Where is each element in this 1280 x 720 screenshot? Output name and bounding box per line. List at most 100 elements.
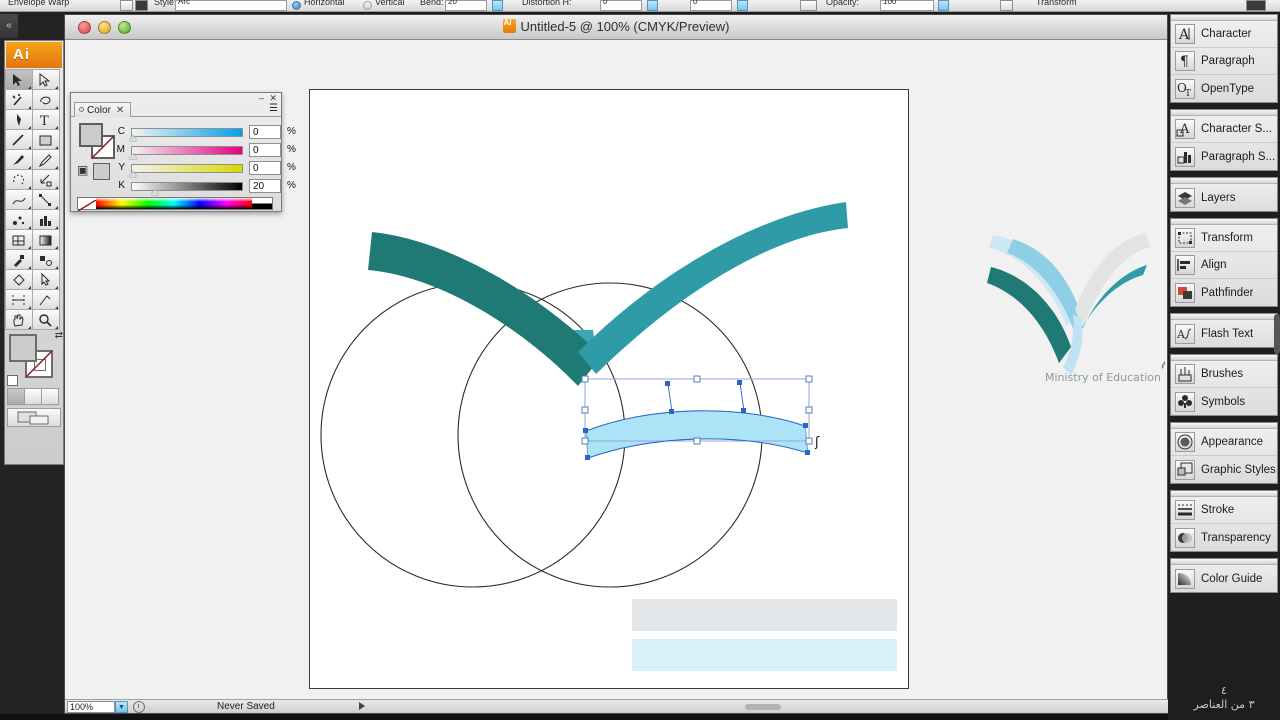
dock-group-transform[interactable]: Transform Align Pathfinder: [1170, 218, 1278, 307]
dock-group-stroke[interactable]: Stroke Transparency: [1170, 490, 1278, 552]
slice-tool[interactable]: [32, 289, 60, 310]
lasso-tool[interactable]: [32, 89, 60, 110]
dock-item-layers[interactable]: Layers: [1171, 184, 1277, 211]
magic-wand-tool[interactable]: [5, 89, 33, 110]
dock-group-layers[interactable]: Layers: [1170, 177, 1278, 212]
dock-scrollbar[interactable]: [1274, 314, 1280, 354]
spectrum-gradient[interactable]: [96, 198, 252, 209]
none-button[interactable]: [41, 388, 59, 405]
dock-item-graphic-styles[interactable]: Graphic Styles: [1171, 456, 1277, 483]
dock-item-flash-text[interactable]: A Flash Text: [1171, 320, 1277, 347]
channel-thumb-k[interactable]: [151, 189, 159, 195]
last-color-swatch[interactable]: [93, 163, 110, 180]
swap-fill-stroke-icon[interactable]: ⇄: [55, 330, 63, 341]
workspace-switcher-icon[interactable]: [1246, 0, 1266, 11]
distortion-v-slider-button[interactable]: [737, 0, 748, 11]
tools-grid[interactable]: T: [5, 69, 64, 330]
color-panel[interactable]: – ✕ Color ✕ ☰ ▣ C 0 % M 0 % Y 0 % K 20 %: [70, 92, 296, 212]
distortion-h-slider-button[interactable]: [647, 0, 658, 11]
zoom-dropdown-icon[interactable]: ▼: [115, 701, 128, 713]
dock-item-opentype[interactable]: OT OpenType: [1171, 75, 1277, 102]
spectrum-none-swatch[interactable]: [77, 198, 97, 212]
color-panel-tab-row[interactable]: Color ✕ ☰: [71, 102, 281, 117]
color-mode-buttons[interactable]: [7, 388, 65, 405]
ministry-of-education-logo[interactable]: وزارة التربية والتعليم Ministry of Educa…: [975, 215, 1167, 400]
panel-dock[interactable]: A Character ¶ Paragraph OT OpenType A Ch…: [1168, 14, 1280, 720]
color-spectrum-bar[interactable]: [77, 197, 273, 212]
warp-tool[interactable]: [5, 189, 33, 210]
tab-close-icon[interactable]: ✕: [116, 105, 124, 116]
channel-thumb-y[interactable]: [129, 171, 137, 177]
dock-group-styles[interactable]: A Character S... Paragraph S...: [1170, 109, 1278, 171]
blend-tool[interactable]: [32, 249, 60, 270]
dock-item-character[interactable]: A Character: [1171, 21, 1277, 48]
channel-input-m[interactable]: 0: [249, 143, 281, 157]
channel-thumb-c[interactable]: [129, 135, 137, 141]
dock-item-transparency[interactable]: Transparency: [1171, 524, 1277, 551]
column-graph-tool[interactable]: [32, 209, 60, 230]
horizontal-scrollbar[interactable]: [745, 704, 781, 710]
channel-input-k[interactable]: 20: [249, 179, 281, 193]
live-paint-bucket-tool[interactable]: [5, 269, 33, 290]
channel-ramp-c[interactable]: [131, 128, 243, 137]
minimize-icon[interactable]: –: [259, 94, 264, 103]
dock-item-appearance[interactable]: Appearance: [1171, 429, 1277, 456]
pen-tool[interactable]: [5, 109, 33, 130]
color-button[interactable]: [7, 388, 25, 405]
dock-item-paragraph-styles[interactable]: Paragraph S...: [1171, 143, 1277, 170]
envelope-warp-control-bar[interactable]: Envelope Warp Style: Arc Horizontal Vert…: [0, 0, 1280, 12]
gradient-tool[interactable]: [32, 229, 60, 250]
artboard[interactable]: ʃ: [309, 89, 909, 689]
channel-ramp-y[interactable]: [131, 164, 243, 173]
gradient-button[interactable]: [24, 388, 42, 405]
pencil-tool[interactable]: [32, 149, 60, 170]
envelope-warp-icon[interactable]: [135, 0, 148, 11]
vertical-radio[interactable]: [363, 1, 372, 10]
scale-tool[interactable]: [32, 169, 60, 190]
status-expand-icon[interactable]: [359, 702, 365, 710]
dock-group-color-guide[interactable]: Color Guide: [1170, 558, 1278, 593]
dock-item-color-guide[interactable]: Color Guide: [1171, 565, 1277, 592]
horizontal-radio[interactable]: [292, 1, 301, 10]
mesh-tool[interactable]: [5, 229, 33, 250]
envelope-mesh-icon[interactable]: [120, 0, 133, 11]
opacity-slider-button[interactable]: [938, 0, 949, 11]
dock-item-transform[interactable]: Transform: [1171, 225, 1277, 252]
panel-menu-icon[interactable]: ☰: [269, 103, 278, 115]
type-tool[interactable]: T: [32, 109, 60, 130]
dock-item-align[interactable]: Align: [1171, 252, 1277, 279]
live-paint-selection-tool[interactable]: [32, 269, 60, 290]
dock-item-symbols[interactable]: Symbols: [1171, 388, 1277, 415]
channel-input-y[interactable]: 0: [249, 161, 281, 175]
channel-ramp-m[interactable]: [131, 146, 243, 155]
rotate-tool[interactable]: [5, 169, 33, 190]
selection-tool[interactable]: [5, 69, 33, 90]
status-bar[interactable]: 100% ▼ Never Saved: [65, 699, 1169, 713]
dock-group-flash[interactable]: A Flash Text: [1170, 313, 1278, 348]
dock-item-stroke[interactable]: Stroke: [1171, 497, 1277, 524]
channel-ramp-k[interactable]: [131, 182, 243, 191]
color-panel-body[interactable]: ▣ C 0 % M 0 % Y 0 % K 20 %: [71, 117, 296, 212]
dock-item-paragraph[interactable]: ¶ Paragraph: [1171, 48, 1277, 75]
dock-group-type[interactable]: A Character ¶ Paragraph OT OpenType: [1170, 14, 1278, 103]
paintbrush-tool[interactable]: [5, 149, 33, 170]
line-segment-tool[interactable]: [5, 129, 33, 150]
free-transform-tool[interactable]: [32, 189, 60, 210]
opacity-swatch-icon[interactable]: [800, 0, 817, 11]
zoom-level-input[interactable]: 100%: [67, 701, 115, 713]
channel-input-c[interactable]: 0: [249, 125, 281, 139]
dock-item-character-styles[interactable]: A Character S...: [1171, 116, 1277, 143]
close-icon[interactable]: ✕: [269, 94, 277, 103]
tab-color[interactable]: Color ✕: [74, 102, 132, 117]
eyedropper-tool[interactable]: [5, 249, 33, 270]
spectrum-white-black[interactable]: [252, 198, 272, 209]
fill-stroke-controls[interactable]: ⇄: [7, 330, 65, 386]
bend-slider-button[interactable]: [492, 0, 503, 11]
symbol-sprayer-tool[interactable]: [5, 209, 33, 230]
dock-group-brushes[interactable]: Brushes Symbols: [1170, 354, 1278, 416]
document-title-bar[interactable]: Untitled-5 @ 100% (CMYK/Preview): [65, 15, 1167, 40]
dock-item-brushes[interactable]: Brushes: [1171, 361, 1277, 388]
color-cube-icon[interactable]: ▣: [77, 163, 88, 177]
hand-tool[interactable]: [5, 309, 33, 330]
color-panel-header[interactable]: – ✕: [71, 93, 281, 103]
